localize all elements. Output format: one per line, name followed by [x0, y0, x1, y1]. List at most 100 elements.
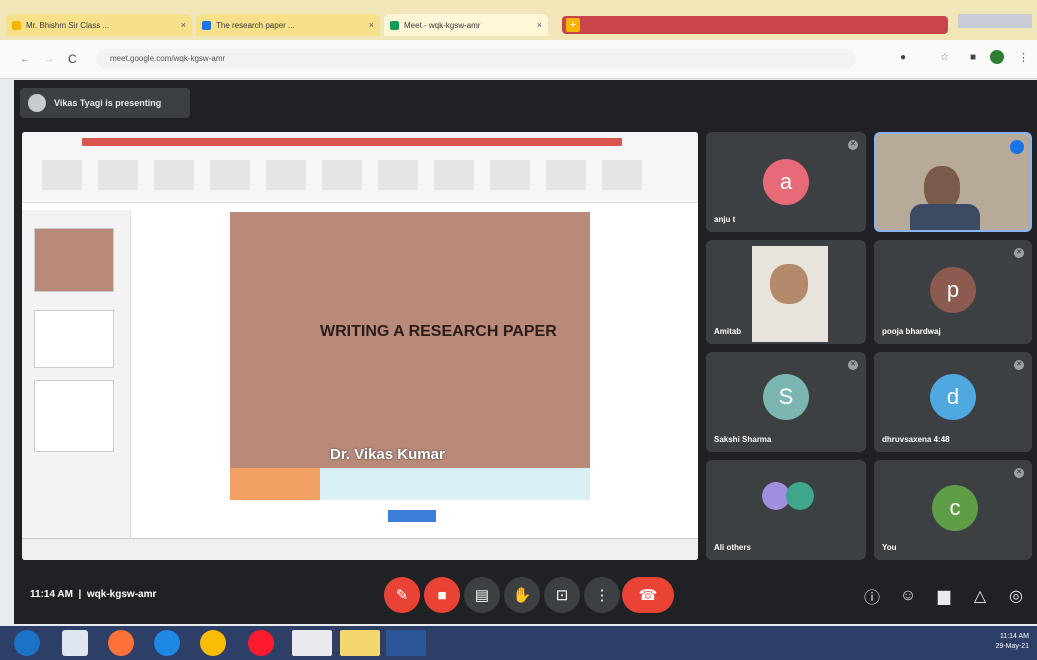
notes-button[interactable]: [388, 510, 436, 522]
participant-tile-video[interactable]: [874, 132, 1032, 232]
camera-toggle-button[interactable]: ■: [424, 577, 460, 613]
shared-screen[interactable]: WRITING A RESEARCH PAPER Dr. Vikas Kumar: [22, 132, 698, 560]
participant-tile[interactable]: S Sakshi Sharma ✕: [706, 352, 866, 452]
slide-author: Dr. Vikas Kumar: [330, 446, 445, 463]
chat-icon: ▆: [937, 588, 951, 605]
clock-time: 11:14 AM: [999, 633, 1029, 640]
captions-icon: ▤: [474, 587, 490, 604]
slide-thumbnail[interactable]: [34, 380, 114, 452]
people-button[interactable]: ☺: [896, 584, 920, 608]
chrome-icon[interactable]: [200, 630, 226, 656]
ppt-ribbon: [22, 132, 698, 203]
participant-tile-self[interactable]: c You ✕: [874, 460, 1032, 560]
captions-button[interactable]: ▤: [464, 577, 500, 613]
profile-avatar[interactable]: [990, 50, 1004, 64]
more-vert-icon: ⋮: [594, 587, 610, 604]
firefox-icon[interactable]: [108, 630, 134, 656]
windows-taskbar-preview: [22, 538, 698, 560]
ppt-toolbar: [42, 160, 642, 190]
participant-tile[interactable]: Amitab: [706, 240, 866, 344]
activities-button[interactable]: △: [968, 584, 992, 608]
slide-canvas: WRITING A RESEARCH PAPER Dr. Vikas Kumar: [230, 212, 590, 468]
bookmark-star-icon[interactable]: ☆: [940, 52, 949, 63]
tab-favicon-icon: [12, 20, 21, 30]
present-button[interactable]: ⊡: [544, 577, 580, 613]
mic-off-icon: ✕: [1014, 248, 1024, 258]
end-call-button[interactable]: ☎: [622, 577, 674, 613]
lock-button[interactable]: ◎: [1004, 584, 1028, 608]
forward-icon[interactable]: →: [44, 54, 54, 65]
reload-icon[interactable]: C: [68, 52, 77, 66]
participant-name: Ali others: [714, 543, 751, 552]
participant-name: dhruvsaxena 4:48: [882, 435, 950, 444]
clock-date: 29-May-21: [995, 643, 1029, 650]
shield-icon: ◎: [1009, 588, 1023, 605]
avatar: p: [930, 267, 976, 313]
avatar: d: [930, 374, 976, 420]
info-icon: ⓘ: [863, 590, 880, 607]
ie-icon[interactable]: [154, 630, 180, 656]
extensions-icon[interactable]: ■: [970, 52, 976, 63]
browser-tab-1[interactable]: Mr. Bhishm Sir Class ... ×: [6, 14, 192, 36]
mic-off-icon: ✕: [1014, 360, 1024, 370]
close-icon[interactable]: ×: [537, 20, 542, 30]
start-icon[interactable]: [14, 630, 40, 656]
word-icon[interactable]: [386, 630, 426, 656]
more-options-button[interactable]: ⋮: [584, 577, 620, 613]
avatar: a: [763, 159, 809, 205]
avatar: [786, 482, 814, 510]
participant-tile-others[interactable]: Ali others: [706, 460, 866, 560]
slide-thumbnail[interactable]: [34, 310, 114, 368]
window-controls[interactable]: [958, 14, 1032, 28]
participant-tile[interactable]: d dhruvsaxena 4:48 ✕: [874, 352, 1032, 452]
menu-icon[interactable]: ⋮: [1018, 51, 1029, 64]
speaking-icon: [1010, 140, 1024, 154]
hand-icon: ✋: [512, 587, 532, 604]
folder-icon[interactable]: [340, 630, 380, 656]
raise-hand-button[interactable]: ✋: [504, 577, 540, 613]
info-button[interactable]: ⓘ: [860, 584, 884, 608]
avatar: S: [763, 374, 809, 420]
presenting-text: Vikas Tyagi is presenting: [54, 98, 162, 108]
end-call-icon: ☎: [638, 587, 658, 604]
highlight-bar: [562, 16, 948, 34]
mic-off-icon: ✕: [848, 360, 858, 370]
mic-toggle-button[interactable]: ✎: [384, 577, 420, 613]
new-tab-button[interactable]: +: [566, 18, 580, 32]
close-icon[interactable]: ×: [369, 20, 374, 30]
presenter-avatar: [28, 94, 46, 112]
tab-favicon-icon: [390, 20, 399, 30]
browser-tab-3[interactable]: Meet - wqk-kgsw-amr ×: [384, 14, 548, 36]
participant-face: [770, 264, 808, 304]
meeting-code: wqk-kgsw-amr: [86, 589, 157, 600]
meeting-time: 11:14 AM: [30, 589, 73, 600]
chrome-window-icon[interactable]: [292, 630, 332, 656]
people-icon: ☺: [899, 587, 917, 604]
mic-off-icon: ✕: [1014, 468, 1024, 478]
slide-thumbnails-pane: [22, 210, 131, 540]
participant-video-body: [910, 204, 980, 230]
camera-off-icon: ■: [437, 586, 447, 604]
participant-tile[interactable]: a anju t ✕: [706, 132, 866, 232]
presenting-banner: Vikas Tyagi is presenting: [20, 88, 190, 118]
ppt-title-bar: [82, 138, 622, 146]
mic-off-icon: ✎: [395, 587, 409, 604]
meeting-info: 11:14 AM | wqk-kgsw-amr: [30, 589, 157, 600]
camera-icon[interactable]: ●: [900, 52, 906, 63]
chat-button[interactable]: ▆: [932, 584, 956, 608]
opera-icon[interactable]: [248, 630, 274, 656]
file-explorer-icon[interactable]: [62, 630, 88, 656]
close-icon[interactable]: ×: [181, 20, 186, 30]
back-icon[interactable]: ←: [20, 54, 30, 65]
tab-favicon-icon: [202, 20, 211, 30]
avatar: c: [932, 485, 978, 531]
participant-name: Sakshi Sharma: [714, 435, 772, 444]
slide-title: WRITING A RESEARCH PAPER: [320, 323, 557, 340]
url-field[interactable]: meet.google.com/wqk-kgsw-amr: [96, 49, 856, 69]
participant-name: Amitab: [714, 327, 742, 336]
participant-tile[interactable]: p pooja bhardwaj ✕: [874, 240, 1032, 344]
activities-icon: △: [973, 588, 987, 605]
slide-thumbnail[interactable]: [34, 228, 114, 292]
slide-footer-block: [230, 468, 320, 500]
browser-tab-2[interactable]: The research paper ... ×: [196, 14, 380, 36]
